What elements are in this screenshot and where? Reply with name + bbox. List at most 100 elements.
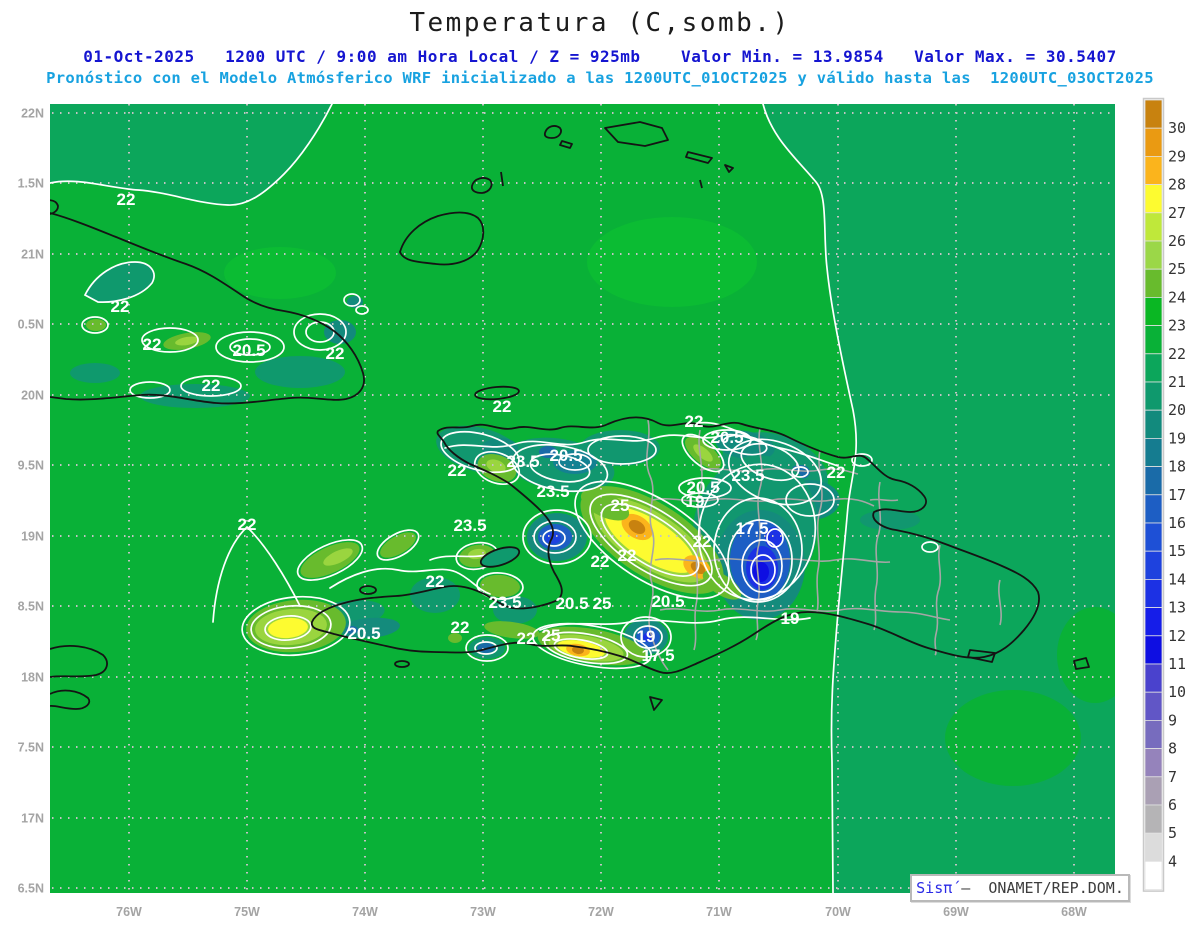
colorbar-cell <box>1144 409 1163 439</box>
lon-tick-label: 72W <box>588 905 614 919</box>
colorbar-cell <box>1144 804 1163 834</box>
lon-tick-label: 75W <box>234 905 260 919</box>
colorbar-tick-label: 23 <box>1168 317 1186 335</box>
colorbar-tick-label: 17 <box>1168 486 1186 504</box>
colorbar-cell <box>1144 466 1163 496</box>
forecast-datetime-line: 01-Oct-2025 1200 UTC / 9:00 am Hora Loca… <box>83 47 1117 66</box>
colorbar-cell <box>1144 607 1163 637</box>
lon-tick-label: 71W <box>706 905 732 919</box>
weather-map-page: Temperatura (C,somb.) 01-Oct-2025 1200 U… <box>0 0 1200 927</box>
contour-value-label: 22 <box>591 552 610 571</box>
colorbar-cell <box>1144 184 1163 214</box>
contour-value-label: 19 <box>637 627 656 646</box>
page-title: Temperatura (C,somb.) <box>409 8 791 38</box>
contour-value-label: 22 <box>517 629 536 648</box>
colorbar-tick-label: 21 <box>1168 373 1186 391</box>
colorbar-cell <box>1144 99 1163 129</box>
colorbar-cell <box>1144 155 1163 185</box>
contour-value-label: 22 <box>111 297 130 316</box>
map-plot-area: 22 22 22 20.5 22 22 22 22 22 23.5 20.5 23.5 23.5 25 22… <box>50 104 1115 893</box>
colorbar-tick-label: 11 <box>1168 655 1186 673</box>
colorbar-tick-label: 4 <box>1168 852 1177 870</box>
colorbar-tick-label: 5 <box>1168 824 1177 842</box>
lat-tick-label: 8.5N <box>18 600 44 614</box>
lat-tick-label: 9.5N <box>18 459 44 473</box>
colorbar-cell <box>1144 325 1163 355</box>
colorbar-tick-label: 26 <box>1168 232 1186 250</box>
colorbar-tick-label: 10 <box>1168 683 1186 701</box>
colorbar-tick-label: 30 <box>1168 119 1186 137</box>
sispi-brand-label: Sisπ́ <box>916 879 962 897</box>
lon-tick-label: 69W <box>943 905 969 919</box>
contour-value-label: 25 <box>611 496 630 515</box>
contour-value-label: 22 <box>827 463 846 482</box>
colorbar-tick-label: 22 <box>1168 345 1186 363</box>
contour-value-label: 17.5 <box>641 646 674 665</box>
contour-value-label: 20.5 <box>232 341 265 360</box>
contour-value-label: 19 <box>686 492 705 511</box>
colorbar-tick-label: 6 <box>1168 796 1177 814</box>
contour-value-label: 22 <box>143 335 162 354</box>
temperature-map-canvas: 22 22 22 20.5 22 22 22 22 22 23.5 20.5 23.5 23.5 25 22… <box>18 97 1186 919</box>
colorbar: 30 29 28 27 26 25 24 23 22 21 20 19 18 17 16 15 14 13 12 11… <box>1142 97 1186 892</box>
contour-value-label: 22 <box>451 618 470 637</box>
colorbar-cell <box>1144 832 1163 862</box>
colorbar-tick-label: 9 <box>1168 711 1177 729</box>
contour-value-label: 20.5 <box>651 592 684 611</box>
onamet-label: – ONAMET/REP.DOM. <box>961 879 1124 897</box>
contour-value-label: 19 <box>781 609 800 628</box>
colorbar-tick-label: 29 <box>1168 147 1186 165</box>
lon-tick-label: 70W <box>825 905 851 919</box>
contour-value-label: 20.5 <box>555 594 588 613</box>
contour-value-label: 20.5 <box>347 624 380 643</box>
colorbar-tick-label: 18 <box>1168 458 1186 476</box>
contour-value-label: 23.5 <box>536 482 569 501</box>
colorbar-tick-label: 8 <box>1168 740 1177 758</box>
contour-value-label: 25 <box>542 626 561 645</box>
colorbar-cell <box>1144 861 1163 891</box>
colorbar-cell <box>1144 494 1163 524</box>
colorbar-tick-label: 27 <box>1168 204 1186 222</box>
colorbar-cell <box>1144 240 1163 270</box>
lat-tick-label: 22N <box>21 107 44 121</box>
lat-tick-label: 6.5N <box>18 882 44 896</box>
colorbar-cell <box>1144 720 1163 750</box>
contour-value-label: 22 <box>693 532 712 551</box>
attribution-box: Sisπ́ – ONAMET/REP.DOM. <box>910 874 1130 902</box>
lon-tick-label: 73W <box>470 905 496 919</box>
lat-tick-label: 20N <box>21 389 44 403</box>
colorbar-cell <box>1144 579 1163 609</box>
colorbar-cell <box>1144 381 1163 411</box>
colorbar-cell <box>1144 663 1163 693</box>
contour-value-label: 22 <box>685 412 704 431</box>
lat-tick-label: 1.5N <box>18 177 44 191</box>
colorbar-cell <box>1144 635 1163 665</box>
contour-value-label: 22 <box>238 515 257 534</box>
lat-tick-label: 21N <box>21 248 44 262</box>
colorbar-tick-label: 16 <box>1168 514 1186 532</box>
contour-value-label: 22 <box>117 190 136 209</box>
contour-value-label: 20.5 <box>710 428 743 447</box>
colorbar-cell <box>1144 522 1163 552</box>
contour-value-label: 23.5 <box>488 593 521 612</box>
colorbar-cell <box>1144 437 1163 467</box>
contour-value-label: 22 <box>202 376 221 395</box>
colorbar-tick-label: 24 <box>1168 288 1186 306</box>
colorbar-cell <box>1144 748 1163 778</box>
contour-value-label: 22 <box>493 397 512 416</box>
lon-tick-label: 68W <box>1061 905 1087 919</box>
colorbar-tick-label: 7 <box>1168 768 1177 786</box>
lat-tick-label: 17N <box>21 812 44 826</box>
lon-tick-label: 74W <box>352 905 378 919</box>
lat-tick-label: 0.5N <box>18 318 44 332</box>
colorbar-cell <box>1144 776 1163 806</box>
lat-tick-label: 18N <box>21 671 44 685</box>
contour-value-label: 22 <box>326 344 345 363</box>
contour-value-label: 22 <box>426 572 445 591</box>
colorbar-tick-label: 14 <box>1168 570 1186 588</box>
colorbar-cell <box>1144 212 1163 242</box>
colorbar-tick-label: 12 <box>1168 627 1186 645</box>
colorbar-cell <box>1144 127 1163 157</box>
lon-tick-label: 76W <box>116 905 142 919</box>
contour-value-label: 17.5 <box>735 519 768 538</box>
